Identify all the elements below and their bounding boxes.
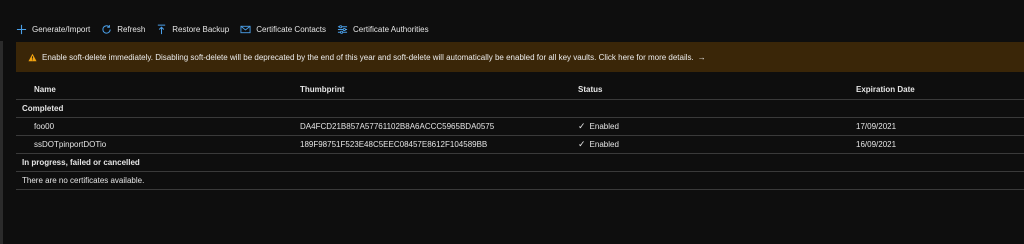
- group-label: Completed: [22, 104, 64, 113]
- settings-sliders-icon: [337, 24, 348, 34]
- restore-backup-label: Restore Backup: [172, 24, 230, 34]
- mail-icon: [240, 25, 251, 33]
- empty-state-row: There are no certificates available.: [16, 172, 1024, 190]
- warning-icon: [28, 53, 37, 61]
- generate-import-button[interactable]: Generate/Import: [16, 24, 90, 35]
- certificate-status: ✓ Enabled: [578, 136, 619, 153]
- refresh-label: Refresh: [117, 24, 146, 34]
- certificate-authorities-label: Certificate Authorities: [353, 24, 429, 34]
- table-header: Name Thumbprint Status Expiration Date: [16, 80, 1024, 100]
- generate-import-label: Generate/Import: [32, 24, 91, 34]
- certificate-contacts-button[interactable]: Certificate Contacts: [240, 24, 326, 35]
- certificate-thumbprint: DA4FCD21B857A57761102B8A6ACCC5965BDA0575: [300, 122, 495, 131]
- certificate-expiration: 17/09/2021: [856, 122, 897, 131]
- group-header-in-progress: In progress, failed or cancelled: [16, 154, 1024, 172]
- certificates-table: Name Thumbprint Status Expiration Date C…: [16, 80, 1024, 190]
- restore-backup-button[interactable]: Restore Backup: [156, 24, 229, 35]
- toolbar: Generate/Import Refresh Restore Backup C…: [16, 22, 429, 36]
- column-header-name[interactable]: Name: [34, 80, 56, 99]
- refresh-button[interactable]: Refresh: [101, 24, 145, 35]
- column-header-thumbprint[interactable]: Thumbprint: [300, 80, 344, 99]
- column-header-status[interactable]: Status: [578, 80, 602, 99]
- arrow-right-icon: →: [697, 52, 706, 62]
- banner-text: Enable soft-delete immediately. Disablin…: [42, 52, 694, 62]
- table-row[interactable]: ssDOTpinportDOTio 189F98751F523E48C5EEC0…: [16, 136, 1024, 154]
- certificate-name[interactable]: foo00: [34, 118, 54, 135]
- checkmark-icon: ✓: [578, 121, 586, 131]
- certificate-status: ✓ Enabled: [578, 118, 619, 135]
- certificate-expiration: 16/09/2021: [856, 140, 897, 149]
- group-header-completed: Completed: [16, 100, 1024, 118]
- left-edge: [0, 41, 3, 244]
- empty-message: There are no certificates available.: [22, 176, 145, 185]
- status-text: Enabled: [589, 122, 619, 131]
- refresh-icon: [102, 24, 111, 34]
- certificate-thumbprint: 189F98751F523E48C5EEC08457E8612F104589BB: [300, 140, 488, 149]
- column-header-expiration[interactable]: Expiration Date: [856, 80, 915, 99]
- upload-icon: [158, 24, 166, 34]
- plus-icon: [16, 24, 27, 34]
- status-text: Enabled: [589, 140, 619, 149]
- certificate-name[interactable]: ssDOTpinportDOTio: [34, 136, 106, 153]
- checkmark-icon: ✓: [578, 139, 586, 149]
- certificate-contacts-label: Certificate Contacts: [256, 24, 326, 34]
- group-label: In progress, failed or cancelled: [22, 158, 140, 167]
- certificate-authorities-button[interactable]: Certificate Authorities: [337, 24, 429, 35]
- table-row[interactable]: foo00 DA4FCD21B857A57761102B8A6ACCC5965B…: [16, 118, 1024, 136]
- soft-delete-warning-banner[interactable]: Enable soft-delete immediately. Disablin…: [16, 42, 1024, 72]
